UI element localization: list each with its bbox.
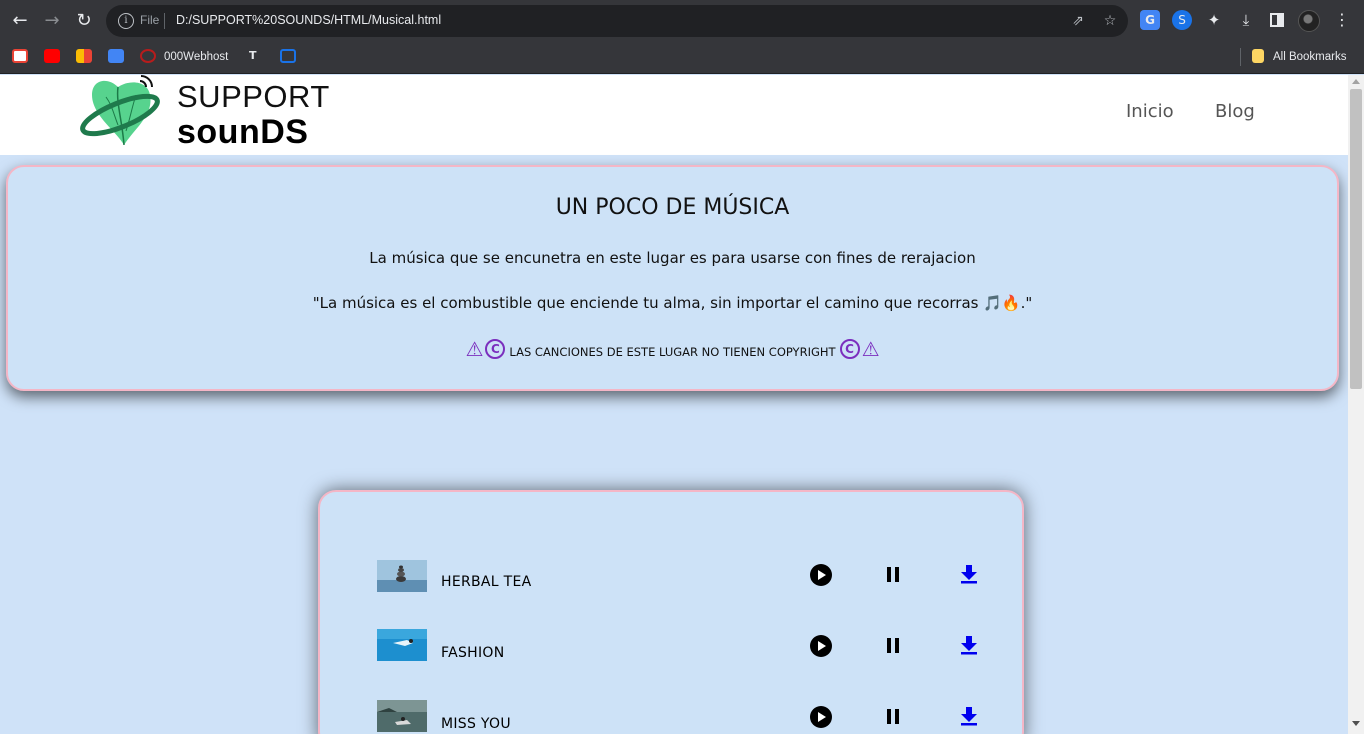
download-icon[interactable]: ⤓ <box>1236 10 1256 30</box>
brand-name-top: SUPPORT <box>177 79 330 114</box>
text-tool-bookmark-icon[interactable]: T <box>249 49 265 63</box>
track-row: HERBAL TEA <box>320 558 1022 598</box>
menu-kebab-icon[interactable]: ⋮ <box>1332 10 1352 30</box>
url-scheme: File <box>140 13 160 27</box>
address-separator <box>164 13 165 29</box>
track-row: MISS YOU <box>320 700 1022 734</box>
browser-toolbar: ← → ↻ i File D:/SUPPORT%20SOUNDS/HTML/Mu… <box>0 0 1364 42</box>
profile-avatar[interactable] <box>1298 10 1320 32</box>
intro-quote: "La música es el combustible que enciend… <box>312 294 1033 312</box>
bookmark-star-icon[interactable]: ☆ <box>1100 11 1120 31</box>
nav-link-inicio[interactable]: Inicio <box>1126 101 1174 122</box>
back-arrow-icon[interactable]: ← <box>8 9 32 33</box>
share-icon[interactable]: ⇗ <box>1068 11 1088 31</box>
download-arrow-icon[interactable] <box>960 635 978 655</box>
store-bookmark-icon[interactable] <box>76 49 92 63</box>
heart-orbit-logo-icon[interactable] <box>78 75 164 151</box>
track-title: MISS YOU <box>441 716 511 732</box>
webhost-bookmark-icon[interactable] <box>140 49 156 63</box>
copyright-notice: ⚠ C LAS CANCIONES DE ESTE LUGAR NO TIENE… <box>8 339 1337 359</box>
play-icon[interactable] <box>810 635 832 657</box>
track-title: HERBAL TEA <box>441 574 532 590</box>
youtube-bookmark-icon[interactable] <box>44 49 60 63</box>
page-title: UN POCO DE MÚSICA <box>555 195 790 220</box>
extensions-puzzle-icon[interactable]: ✦ <box>1204 10 1224 30</box>
all-bookmarks-button[interactable]: All Bookmarks <box>1273 49 1347 65</box>
download-arrow-icon[interactable] <box>960 564 978 584</box>
nav-link-blog[interactable]: Blog <box>1215 101 1255 122</box>
track-thumbnail <box>377 629 427 661</box>
track-thumbnail <box>377 700 427 732</box>
page-scrollbar[interactable] <box>1348 75 1364 734</box>
translate-bookmark-icon[interactable] <box>108 49 124 63</box>
warning-icon: ⚠ <box>465 337 484 361</box>
shazam-extension-icon[interactable]: S <box>1172 10 1192 30</box>
side-panel-icon[interactable] <box>1267 10 1287 30</box>
play-icon[interactable] <box>810 564 832 586</box>
download-arrow-icon[interactable] <box>960 706 978 726</box>
warning-icon: ⚠ <box>861 337 880 361</box>
site-info-icon[interactable]: i <box>118 13 134 29</box>
scroll-up-arrow-icon[interactable] <box>1352 79 1360 84</box>
track-thumbnail <box>377 560 427 592</box>
intro-card: UN POCO DE MÚSICA La música que se encun… <box>6 165 1339 391</box>
scroll-down-arrow-icon[interactable] <box>1352 721 1360 726</box>
copyright-icon: C <box>839 339 860 359</box>
url-text[interactable]: D:/SUPPORT%20SOUNDS/HTML/Musical.html <box>176 13 441 27</box>
copyright-icon: C <box>485 339 506 359</box>
site-header: SUPPORT sounDS Inicio Blog <box>0 75 1348 155</box>
brand-name-bottom: sounDS <box>177 113 309 151</box>
pause-icon[interactable] <box>886 567 900 582</box>
grid-bookmark-icon[interactable] <box>280 49 296 63</box>
address-bar[interactable]: i File D:/SUPPORT%20SOUNDS/HTML/Musical.… <box>106 5 1128 37</box>
forward-arrow-icon[interactable]: → <box>40 9 64 33</box>
folder-icon <box>1252 49 1264 63</box>
intro-description: La música que se encunetra en este lugar… <box>369 249 976 267</box>
translate-extension-icon[interactable]: G <box>1140 10 1160 30</box>
play-icon[interactable] <box>810 706 832 728</box>
bookmark-000webhost[interactable]: 000Webhost <box>164 49 228 65</box>
playlist-card: HERBAL TEA FASHION MISS YOU <box>318 490 1024 734</box>
pause-icon[interactable] <box>886 709 900 724</box>
track-row: FASHION <box>320 629 1022 669</box>
scroll-thumb[interactable] <box>1350 89 1362 389</box>
gmail-bookmark-icon[interactable] <box>12 49 28 63</box>
bookmark-separator <box>1240 48 1241 66</box>
copyright-notice-text: LAS CANCIONES DE ESTE LUGAR NO TIENEN CO… <box>509 345 836 359</box>
reload-icon[interactable]: ↻ <box>72 9 96 33</box>
track-title: FASHION <box>441 645 505 661</box>
pause-icon[interactable] <box>886 638 900 653</box>
